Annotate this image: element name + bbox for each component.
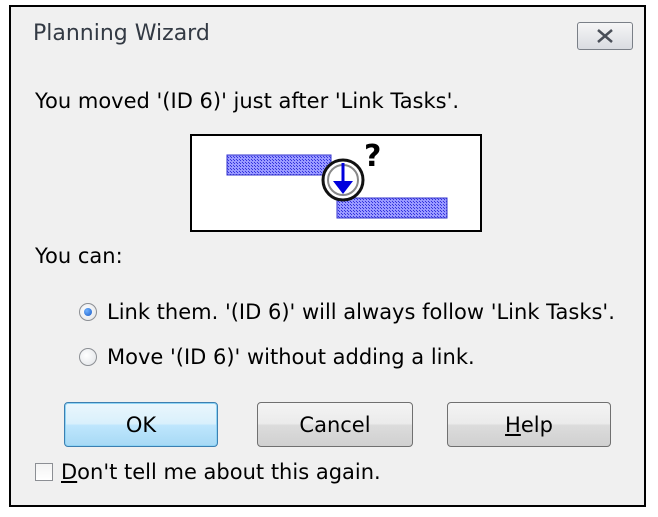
option-link-them-label: Link them. '(ID 6)' will always follow '… (107, 300, 615, 324)
dont-tell-again-option[interactable]: Don't tell me about this again. (35, 459, 381, 485)
close-button[interactable] (577, 22, 633, 50)
option-move-without-link-label: Move '(ID 6)' without adding a link. (107, 345, 475, 369)
move-message: You moved '(ID 6)' just after 'Link Task… (35, 89, 460, 113)
title-bar[interactable]: Planning Wizard (11, 7, 644, 69)
link-tasks-question-icon: ? (226, 139, 448, 219)
dialog-title: Planning Wizard (33, 21, 210, 46)
ok-button[interactable]: OK (64, 402, 218, 447)
help-button[interactable]: Help (447, 402, 611, 447)
radio-move-without-link[interactable] (79, 348, 97, 366)
you-can-label: You can: (35, 244, 123, 268)
dont-tell-label-rest: on't tell me about this again. (77, 460, 381, 484)
radio-link-them[interactable] (79, 303, 97, 321)
dont-tell-accelerator: D (61, 460, 78, 484)
option-link-them[interactable]: Link them. '(ID 6)' will always follow '… (79, 299, 615, 325)
close-icon (597, 29, 613, 43)
help-label-rest: elp (520, 412, 553, 437)
cancel-button[interactable]: Cancel (257, 402, 413, 447)
help-accelerator: H (505, 412, 521, 437)
svg-text:?: ? (364, 139, 381, 174)
option-move-without-link[interactable]: Move '(ID 6)' without adding a link. (79, 344, 475, 370)
dont-tell-again-checkbox[interactable] (35, 463, 53, 481)
planning-wizard-dialog: Planning Wizard You moved '(ID 6)' just … (9, 5, 646, 507)
link-tasks-illustration: ? (190, 134, 482, 232)
